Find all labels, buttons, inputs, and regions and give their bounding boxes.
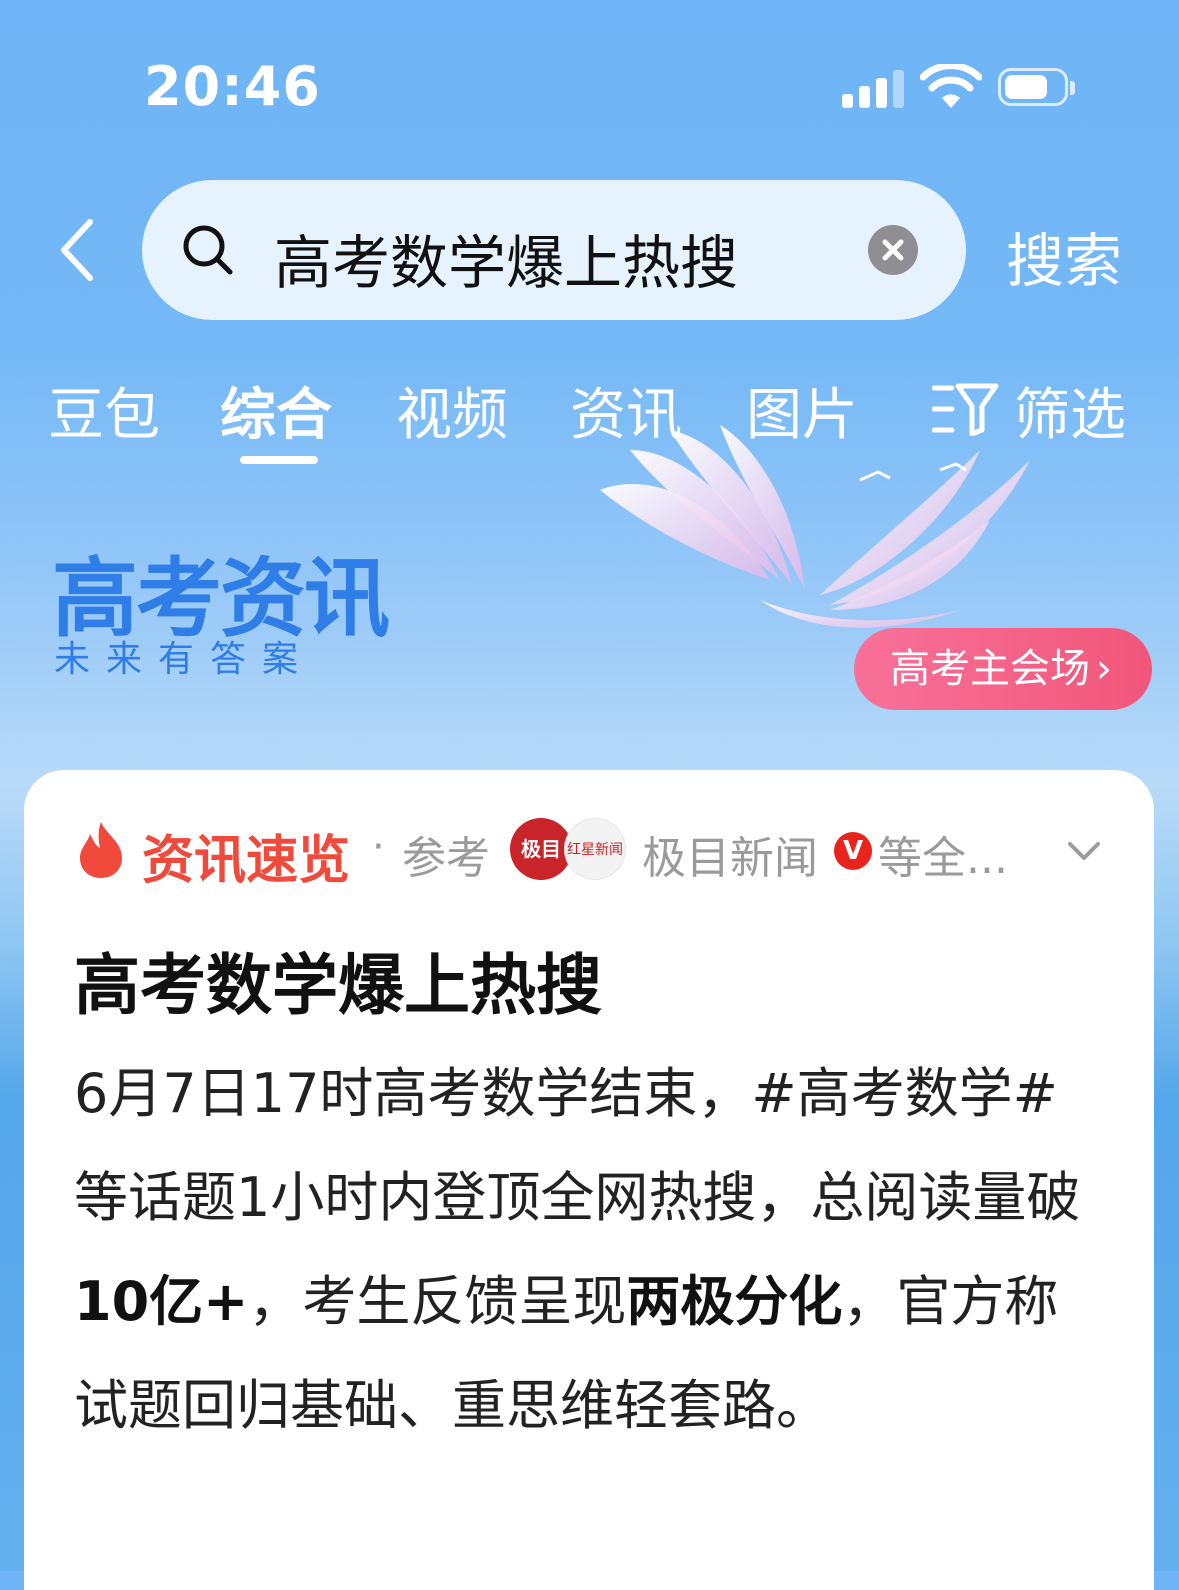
reference-label: 参考: [402, 833, 490, 884]
tab-video[interactable]: 视频: [396, 370, 508, 451]
gaokao-main-venue-button[interactable]: 高考主会场 ›: [854, 628, 1152, 710]
section-label: 资讯速览: [142, 831, 351, 891]
sources-more: 等全...: [878, 833, 1008, 884]
source-logo-jimu: 极目: [510, 818, 572, 880]
body-text-part-1: 6月7日17时高考数学结束，#高考数学#等话题1小时内登顶全网热搜，总阅读量破: [74, 1062, 1081, 1229]
body-highlight-reads: 10亿+: [74, 1270, 249, 1333]
body-text-part-2: ，考生反馈呈现: [248, 1270, 627, 1333]
back-button[interactable]: [50, 210, 110, 290]
search-input[interactable]: 高考数学爆上热搜: [142, 180, 966, 320]
search-query-text[interactable]: 高考数学爆上热搜: [274, 216, 738, 300]
search-submit-button[interactable]: 搜索: [1006, 214, 1122, 298]
verified-icon: V: [834, 832, 872, 870]
source-name: 极目新闻: [642, 833, 818, 884]
close-icon: [882, 239, 904, 261]
active-tab-indicator: [240, 456, 318, 464]
separator-dot: ·: [372, 824, 385, 870]
source-logo-hongxing: 红星新闻: [564, 818, 626, 880]
wifi-icon: [920, 64, 982, 108]
gaokao-main-venue-label: 高考主会场: [890, 646, 1090, 692]
banner-wings-illustration: [600, 425, 1030, 628]
clear-search-button[interactable]: [868, 225, 918, 275]
card-title: 高考数学爆上热搜: [74, 947, 602, 1024]
banner-subtitle: 未来有答案: [54, 639, 315, 680]
status-time: 20:46: [144, 55, 321, 118]
chevron-right-icon: ›: [1096, 646, 1112, 692]
fire-icon: [80, 822, 122, 878]
card-header[interactable]: 资讯速览 · 参考 极目 红星新闻 极目新闻 V 等全...: [24, 770, 1154, 930]
card-body-text: 6月7日17时高考数学结束，#高考数学#等话题1小时内登顶全网热搜，总阅读量破 1…: [74, 1042, 1110, 1458]
status-bar: 20:46: [0, 0, 1179, 150]
chevron-down-icon[interactable]: [1064, 838, 1104, 864]
body-highlight-polarized: 两极分化: [626, 1270, 843, 1333]
battery-icon: [998, 68, 1075, 106]
search-icon: [183, 225, 233, 275]
news-summary-card: 资讯速览 · 参考 极目 红星新闻 极目新闻 V 等全... 高考数学爆上热搜 …: [24, 770, 1154, 1590]
tab-comprehensive[interactable]: 综合: [220, 370, 332, 451]
tab-doubao[interactable]: 豆包: [48, 370, 160, 451]
cellular-signal-icon: [842, 68, 904, 108]
